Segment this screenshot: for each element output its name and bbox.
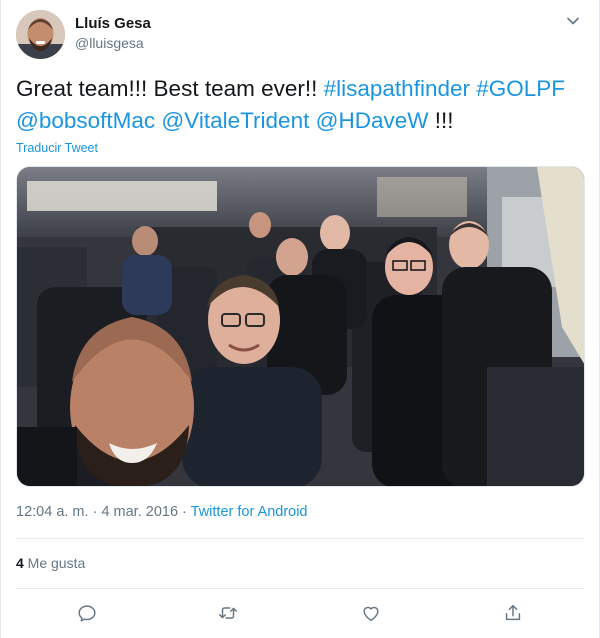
meta-separator: · [178,504,191,520]
translate-tweet-link[interactable]: Traducir Tweet [16,141,98,155]
divider [16,538,584,539]
tweet-text: Great team!!! Best team ever!! #lisapath… [16,73,586,137]
tweet-source-link[interactable]: Twitter for Android [191,504,308,520]
author-info[interactable]: Lluís Gesa @lluisgesa [75,15,151,53]
hashtag-link[interactable]: #GOLPF [476,76,565,101]
tweet-text-segment: Great team!!! Best team ever!! [16,76,324,101]
display-name[interactable]: Lluís Gesa [75,15,151,33]
tweet-photo[interactable] [16,166,585,487]
chevron-down-icon[interactable] [564,12,582,30]
divider [16,588,584,589]
tweet-time[interactable]: 12:04 a. m. [16,504,89,520]
hashtag-link[interactable]: #lisapathfinder [324,76,470,101]
avatar[interactable] [16,10,65,59]
heart-icon[interactable] [356,598,386,628]
tweet-date[interactable]: 4 mar. 2016 [101,504,178,520]
mention-link[interactable]: @bobsoftMac [16,108,155,133]
tweet-header: Lluís Gesa @lluisgesa [16,10,584,62]
reply-icon[interactable] [72,598,102,628]
user-handle[interactable]: @lluisgesa [75,33,151,53]
retweet-icon[interactable] [213,598,243,628]
tweet-meta: 12:04 a. m. · 4 mar. 2016 · Twitter for … [16,504,308,520]
tweet-text-segment: !!! [428,108,454,133]
tweet-actions [16,598,584,628]
mention-link[interactable]: @VitaleTrident [161,108,309,133]
mention-link[interactable]: @HDaveW [316,108,429,133]
likes-label: Me gusta [23,555,86,571]
share-icon[interactable] [498,598,528,628]
tweet-card: Lluís Gesa @lluisgesa Great team!!! Best… [0,0,600,638]
likes-number: 4 [16,555,24,571]
meta-separator: · [88,504,102,520]
likes-count[interactable]: 4 Me gusta [16,555,85,571]
